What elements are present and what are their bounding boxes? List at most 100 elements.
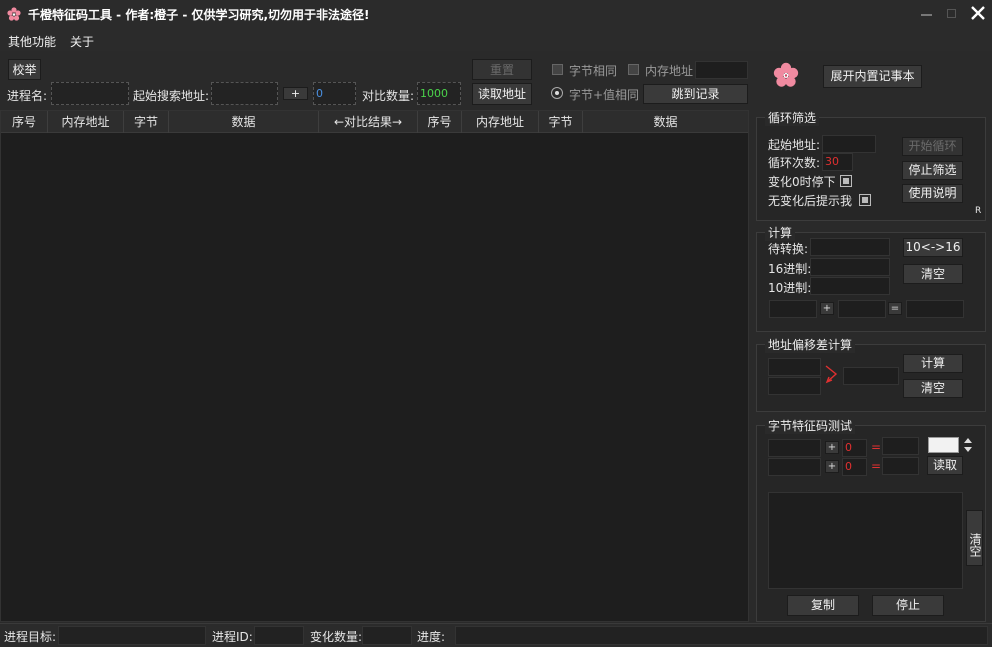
- status-target-label: 进程目标:: [4, 630, 57, 644]
- maximize-icon[interactable]: [947, 9, 956, 18]
- bytetest-read-button[interactable]: 读取: [927, 456, 963, 475]
- bytetest-result2-input[interactable]: [882, 457, 919, 475]
- enum-button[interactable]: 校举: [8, 59, 41, 80]
- col-header-index[interactable]: 序号: [1, 111, 48, 133]
- calc-result-input[interactable]: [906, 300, 964, 318]
- bytetest-result1-input[interactable]: [882, 437, 919, 455]
- r-marker: R: [975, 206, 982, 216]
- col-header-data-2[interactable]: 数据: [583, 111, 748, 133]
- app-logo-icon: [7, 7, 21, 21]
- flower-logo-icon: [772, 61, 800, 89]
- bytetest-equals1-label: =: [871, 440, 882, 454]
- read-address-button[interactable]: 读取地址: [472, 83, 532, 105]
- bytetest-type-select[interactable]: [928, 437, 959, 453]
- bytetest-addr2-input[interactable]: [768, 458, 821, 476]
- col-header-mem-addr[interactable]: 内存地址: [48, 111, 124, 133]
- start-loop-button[interactable]: 开始循环: [902, 137, 963, 156]
- help-button[interactable]: 使用说明: [902, 184, 963, 203]
- bytetest-output-area[interactable]: [768, 492, 963, 589]
- process-label: 进程名:: [7, 89, 48, 103]
- spinner-icon[interactable]: [962, 437, 974, 453]
- offset-calc-button[interactable]: 计算: [903, 354, 963, 373]
- offset-diff-title: 地址偏移差计算: [765, 336, 856, 353]
- notify-no-change-checkbox[interactable]: [859, 194, 871, 206]
- loop-start-addr-label: 起始地址:: [768, 138, 821, 152]
- status-progress-field: [455, 626, 988, 645]
- col-header-byte[interactable]: 字节: [124, 111, 169, 133]
- col-header-compare-result[interactable]: ←对比结果→: [319, 111, 418, 133]
- compare-count-input[interactable]: 1000: [417, 82, 461, 105]
- process-input[interactable]: [51, 82, 129, 105]
- calc-operand-a-input[interactable]: [769, 300, 817, 318]
- calc-clear-button[interactable]: 清空: [903, 264, 963, 284]
- convert-button[interactable]: 10<->16: [903, 238, 963, 257]
- col-header-data[interactable]: 数据: [169, 111, 319, 133]
- offset-input[interactable]: 0: [313, 82, 356, 105]
- result-table[interactable]: [0, 110, 749, 622]
- calc-equals-button[interactable]: =: [888, 302, 902, 315]
- start-search-addr-label: 起始搜索地址:: [133, 89, 210, 103]
- jump-to-record-button[interactable]: 跳到记录: [643, 84, 748, 104]
- dec-input[interactable]: [810, 277, 890, 295]
- mem-addr-label: 内存地址: [645, 64, 694, 78]
- stop-filter-button[interactable]: 停止筛选: [902, 161, 963, 180]
- compare-count-label: 对比数量:: [362, 89, 415, 103]
- bytetest-value2-input[interactable]: 0: [842, 458, 867, 476]
- bytetest-equals2-label: =: [871, 459, 882, 473]
- offset-arrow-icon: [824, 363, 840, 385]
- byte-value-same-radio[interactable]: [551, 87, 563, 99]
- offset-result-input[interactable]: [843, 367, 899, 385]
- hex-label: 16进制:: [768, 262, 812, 276]
- bytetest-plus2-button[interactable]: +: [825, 460, 839, 473]
- to-convert-input[interactable]: [810, 238, 890, 256]
- status-change-field: [362, 626, 412, 645]
- calc-title: 计算: [765, 224, 796, 241]
- expand-notepad-button[interactable]: 展开内置记事本: [823, 65, 922, 88]
- bytetest-addr1-input[interactable]: [768, 439, 821, 457]
- status-progress-label: 进度:: [417, 630, 446, 644]
- hex-input[interactable]: [810, 258, 890, 276]
- col-header-index-2[interactable]: 序号: [418, 111, 462, 133]
- notify-no-change-label: 无变化后提示我: [768, 194, 853, 208]
- close-icon[interactable]: [970, 5, 986, 21]
- col-header-byte-2[interactable]: 字节: [539, 111, 583, 133]
- loop-count-input[interactable]: 30: [822, 153, 853, 171]
- loop-count-label: 循环次数:: [768, 156, 821, 170]
- offset-clear-button[interactable]: 清空: [903, 379, 963, 398]
- calc-plus-button[interactable]: +: [820, 302, 834, 315]
- table-header: 序号 内存地址 字节 数据 ←对比结果→ 序号 内存地址 字节 数据: [1, 111, 748, 133]
- offset-addr-b-input[interactable]: [768, 377, 821, 395]
- col-header-mem-addr-2[interactable]: 内存地址: [462, 111, 539, 133]
- status-pid-label: 进程ID:: [212, 630, 253, 644]
- mem-addr-input[interactable]: [695, 61, 748, 79]
- loop-start-addr-input[interactable]: [822, 135, 876, 153]
- byte-value-same-label: 字节+值相同: [569, 88, 640, 102]
- bytetest-stop-button[interactable]: 停止: [872, 595, 944, 616]
- copy-button[interactable]: 复制: [787, 595, 859, 616]
- minimize-icon[interactable]: [921, 14, 932, 16]
- bytetest-value1-input[interactable]: 0: [842, 439, 867, 457]
- loop-filter-title: 循环筛选: [765, 109, 820, 126]
- byte-same-label: 字节相同: [569, 64, 618, 78]
- menu-about[interactable]: 关于: [70, 33, 94, 50]
- dec-label: 10进制:: [768, 281, 812, 295]
- mem-addr-checkbox[interactable]: [628, 64, 639, 75]
- status-target-field: [58, 626, 206, 645]
- reset-button[interactable]: 重置: [472, 59, 532, 80]
- bytetest-plus1-button[interactable]: +: [825, 441, 839, 454]
- menu-other-functions[interactable]: 其他功能: [8, 33, 56, 50]
- byte-sig-test-title: 字节特征码测试: [765, 417, 856, 434]
- bytetest-clear-button[interactable]: 清空: [966, 510, 983, 566]
- calc-operand-b-input[interactable]: [838, 300, 886, 318]
- offset-addr-a-input[interactable]: [768, 358, 821, 376]
- status-pid-field: [254, 626, 304, 645]
- status-change-label: 变化数量:: [310, 630, 363, 644]
- to-convert-label: 待转换:: [768, 242, 809, 256]
- start-search-addr-input[interactable]: [211, 82, 278, 105]
- stop-on-zero-label: 变化0时停下: [768, 175, 836, 189]
- add-offset-button[interactable]: +: [283, 87, 308, 100]
- menu-bar: [0, 29, 992, 51]
- window-title: 千橙特征码工具 - 作者:橙子 - 仅供学习研究,切勿用于非法途径!: [28, 8, 370, 22]
- stop-on-zero-checkbox[interactable]: [840, 175, 852, 187]
- byte-same-checkbox[interactable]: [552, 64, 563, 75]
